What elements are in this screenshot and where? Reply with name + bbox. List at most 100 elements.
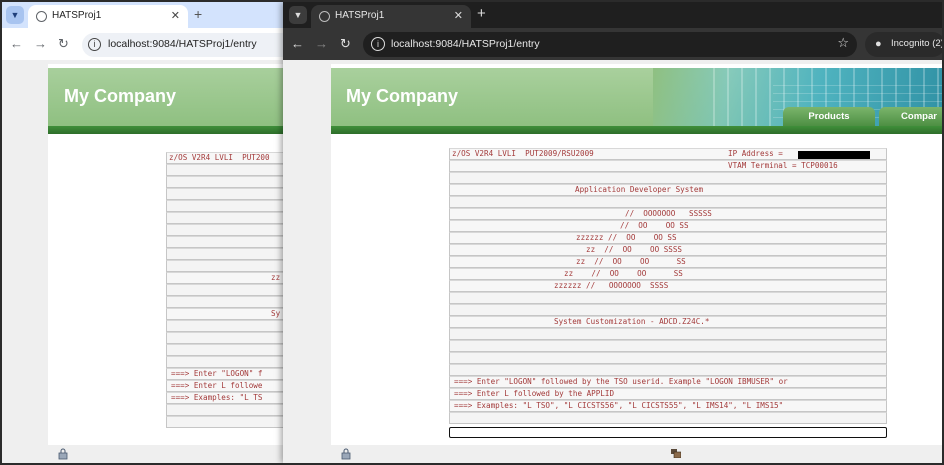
terminal-row [449, 196, 887, 208]
status-bar [2, 445, 292, 463]
terminal-row [166, 320, 292, 332]
terminal-row [449, 172, 887, 184]
terminal-row: zzzzzz // OOOOOOO SSSS [449, 280, 887, 292]
terminal-row [166, 332, 292, 344]
incognito-button[interactable]: ● Incognito (2) [865, 32, 942, 57]
terminal-row: Application Developer System [449, 184, 887, 196]
terminal-row: zz [166, 272, 292, 284]
reload-icon[interactable]: ↻ [58, 36, 69, 52]
redacted-ip [798, 150, 870, 159]
page: My Company Products Compar z/OS V2R4 LVL… [331, 64, 942, 445]
terminal-row [166, 248, 292, 260]
terminal-row: ===> Enter "LOGON" followed by the TSO u… [449, 376, 887, 388]
terminal-row [166, 404, 292, 416]
back-browser-window[interactable]: ▼ HATSProj1 ✕ + ← → ↻ i localhost:9084/H… [2, 2, 292, 463]
terminal-row [449, 364, 887, 376]
terminal-row [166, 224, 292, 236]
terminal-row [166, 236, 292, 248]
close-icon[interactable]: ✕ [171, 9, 180, 22]
page-viewport: My Company Products Compar z/OS V2R4 LVL… [283, 60, 942, 463]
terminal-row [166, 356, 292, 368]
tab-title: HATSProj1 [335, 10, 385, 21]
url-text[interactable]: localhost:9084/HATSProj1/entry [391, 38, 540, 50]
terminal-row [166, 188, 292, 200]
terminal-row: ===> Examples: "L TS [166, 392, 292, 404]
page-viewport: My Company z/OS V2R4 LVLI PUT200 zz Sy =… [2, 60, 292, 463]
terminal-screen: z/OS V2R4 LVLI PUT2009/RSU2009 IP Addres… [449, 148, 887, 438]
nav-tab-company[interactable]: Compar [879, 107, 942, 126]
front-browser-window[interactable]: ▼ HATSProj1 ✕ + ← → ↻ i localhost:9084/H… [283, 2, 942, 463]
reload-icon[interactable]: ↻ [340, 36, 351, 52]
info-icon[interactable]: i [371, 37, 385, 51]
terminal-row [449, 352, 887, 364]
incognito-label: Incognito (2) [891, 38, 942, 49]
terminal-row [166, 260, 292, 272]
arrow-right-icon[interactable]: → [34, 36, 47, 51]
terminal-row: VTAM Terminal = TCP00016 [449, 160, 887, 172]
close-icon[interactable]: ✕ [454, 9, 463, 22]
company-banner: My Company [48, 68, 292, 126]
terminal-row: // OO OO SS [449, 220, 887, 232]
chevron-down-icon[interactable]: ▼ [6, 6, 24, 24]
tab-strip: ▼ HATSProj1 ✕ + [283, 2, 942, 28]
tab-strip: ▼ HATSProj1 ✕ + [2, 2, 292, 28]
terminal-row [449, 340, 887, 352]
terminal-row: zz // OO OO SSSS [449, 244, 887, 256]
terminal-row: ===> Enter L followed by the APPLID [449, 388, 887, 400]
terminal-row [449, 292, 887, 304]
terminal-row [166, 296, 292, 308]
command-input[interactable] [449, 427, 887, 438]
new-tab-icon[interactable]: + [477, 5, 486, 22]
terminal-row: ===> Enter L followe [166, 380, 292, 392]
url-text[interactable]: localhost:9084/HATSProj1/entry [108, 38, 257, 50]
back-terminal: z/OS V2R4 LVLI PUT200 zz Sy ===> Enter "… [166, 152, 292, 428]
tab-hatsproj1[interactable]: HATSProj1 ✕ [28, 5, 188, 28]
address-bar[interactable]: i localhost:9084/HATSProj1/entry ☆ [363, 32, 857, 57]
terminal-row: ===> Examples: "L TSO", "L CICSTS56", "L… [449, 400, 887, 412]
info-icon[interactable]: i [88, 38, 101, 51]
terminal-row: z/OS V2R4 LVLI PUT2009/RSU2009 IP Addres… [449, 148, 887, 160]
terminal-row [166, 164, 292, 176]
terminal-row: ===> Enter "LOGON" f [166, 368, 292, 380]
address-bar[interactable]: i localhost:9084/HATSProj1/entry [82, 33, 292, 57]
globe-icon [36, 11, 47, 22]
new-tab-icon[interactable]: + [194, 6, 202, 22]
tab-hatsproj1[interactable]: HATSProj1 ✕ [311, 5, 471, 28]
company-name: My Company [346, 86, 459, 106]
arrow-left-icon[interactable]: ← [10, 36, 23, 51]
terminal-row [166, 176, 292, 188]
tab-title: HATSProj1 [52, 10, 102, 21]
terminal-row: zzzzzz // OO OO SS [449, 232, 887, 244]
star-icon[interactable]: ☆ [837, 35, 849, 51]
terminal-row [166, 344, 292, 356]
banner-divider [48, 126, 292, 134]
lock-icon [341, 448, 351, 460]
terminal-row [166, 200, 292, 212]
toolbar: ← → ↻ i localhost:9084/HATSProj1/entry [2, 28, 292, 60]
globe-icon [319, 11, 330, 22]
terminal-row [449, 304, 887, 316]
arrow-right-icon[interactable]: → [315, 36, 328, 51]
company-banner: My Company Products Compar [331, 68, 942, 126]
terminal-row: System Customization - ADCD.Z24C.* [449, 316, 887, 328]
nav-tab-products[interactable]: Products [783, 107, 875, 126]
terminal-row: zz // OO OO SS [449, 256, 887, 268]
incognito-icon: ● [875, 38, 882, 50]
arrow-left-icon[interactable]: ← [291, 36, 304, 51]
terminal-row: zz // OO OO SS [449, 268, 887, 280]
keyboard-icon[interactable] [671, 449, 681, 458]
toolbar: ← → ↻ i localhost:9084/HATSProj1/entry ☆… [283, 28, 942, 60]
status-bar [283, 445, 942, 463]
terminal-row [166, 284, 292, 296]
terminal-row [166, 212, 292, 224]
terminal-row: Sy [166, 308, 292, 320]
terminal-row [449, 328, 887, 340]
terminal-row: // OOOOOOO SSSSS [449, 208, 887, 220]
terminal-row [166, 416, 292, 428]
company-name: My Company [64, 86, 177, 106]
banner-divider [331, 126, 942, 134]
terminal-row [449, 412, 887, 424]
lock-icon [58, 448, 68, 460]
chevron-down-icon[interactable]: ▼ [289, 6, 307, 24]
terminal-row: z/OS V2R4 LVLI PUT200 [166, 152, 292, 164]
